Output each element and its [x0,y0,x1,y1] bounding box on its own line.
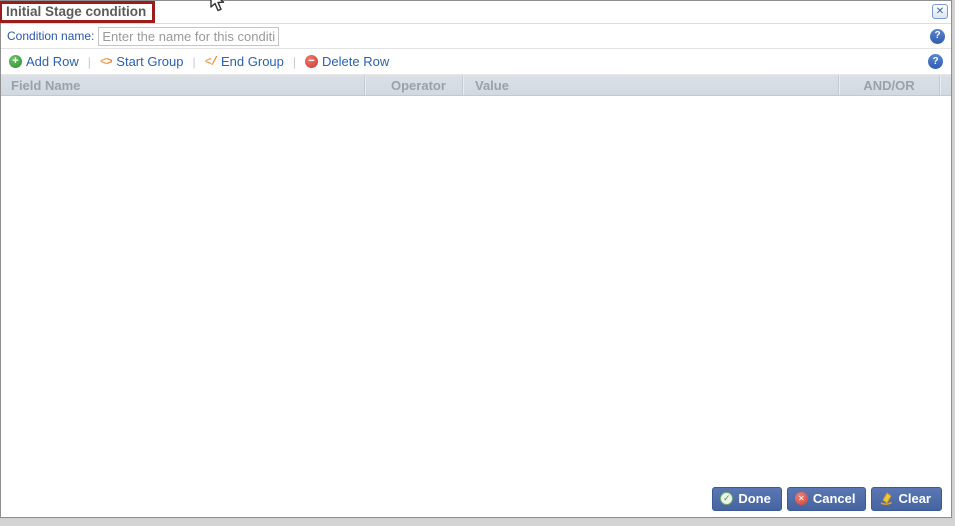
add-icon: + [9,55,22,68]
clear-label: Clear [898,491,931,506]
dialog-titlebar: Initial Stage condition ✕ [0,1,951,24]
toolbar-separator: | [192,54,196,69]
column-header-field-name: Field Name [11,77,81,93]
end-group-label: End Group [221,54,284,69]
column-header-and-or: AND/OR [838,75,939,95]
clear-eraser-icon [881,492,893,505]
done-label: Done [738,491,771,506]
condition-grid-body [1,96,951,487]
column-header-operator: Operator [364,75,462,95]
column-header-spacer [939,75,951,95]
clear-button[interactable]: Clear [871,487,942,511]
dialog-title: Initial Stage condition [6,4,147,19]
condition-grid-header: Field Name Operator Value AND/OR [1,74,951,96]
condition-name-label: Condition name: [7,29,95,43]
condition-toolbar: + Add Row | <> Start Group | </ End Grou… [1,49,951,74]
delete-row-button[interactable]: − Delete Row [305,54,389,69]
cancel-button[interactable]: ✕ Cancel [786,487,867,511]
close-icon[interactable]: ✕ [932,4,948,19]
start-group-icon: <> [99,54,113,69]
column-header-value: Value [462,75,838,95]
toolbar-separator: | [292,54,297,69]
done-button[interactable]: ✓ Done [712,487,782,511]
delete-row-label: Delete Row [322,54,390,69]
condition-name-row: Condition name: ? [1,24,951,49]
start-group-button[interactable]: <> Start Group [100,54,184,69]
add-row-label: Add Row [26,54,79,69]
dialog-title-annotation: Initial Stage condition [0,1,156,23]
condition-name-input[interactable] [98,26,280,46]
end-group-button[interactable]: </ End Group [205,54,284,69]
help-icon[interactable]: ? [930,28,945,44]
start-group-label: Start Group [116,54,184,69]
toolbar-separator: | [87,54,91,69]
condition-builder-dialog: Initial Stage condition ✕ Condition name… [0,0,953,519]
done-check-icon: ✓ [720,492,734,505]
dialog-footer: ✓ Done ✕ Cancel Clear [1,487,951,517]
cancel-x-icon: ✕ [794,492,808,505]
end-group-icon: </ [204,54,218,69]
help-icon[interactable]: ? [928,54,943,69]
delete-icon: − [305,55,319,68]
add-row-button[interactable]: + Add Row [9,54,79,69]
cancel-label: Cancel [812,491,856,506]
